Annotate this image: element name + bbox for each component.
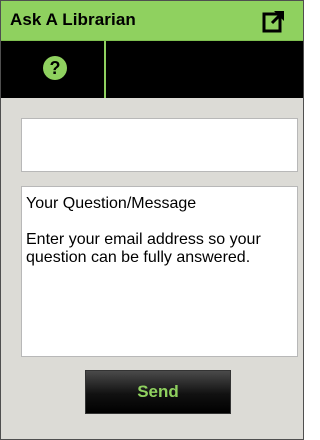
external-link-icon[interactable] — [262, 9, 286, 33]
widget-title: Ask A Librarian — [10, 10, 136, 29]
help-icon: ? — [43, 56, 67, 80]
message-line-2: Enter your email address so your questio… — [26, 231, 261, 266]
message-textarea[interactable]: Your Question/Message Enter your email a… — [21, 186, 298, 357]
ask-a-librarian-widget: Ask A Librarian ? Your Question/Message … — [0, 0, 304, 440]
help-button[interactable]: ? — [1, 41, 106, 98]
widget-header: Ask A Librarian — [1, 1, 303, 41]
widget-toolbar: ? — [1, 41, 303, 98]
send-button[interactable]: Send — [85, 370, 231, 414]
name-input[interactable] — [21, 118, 298, 172]
message-line-1: Your Question/Message — [26, 195, 197, 212]
